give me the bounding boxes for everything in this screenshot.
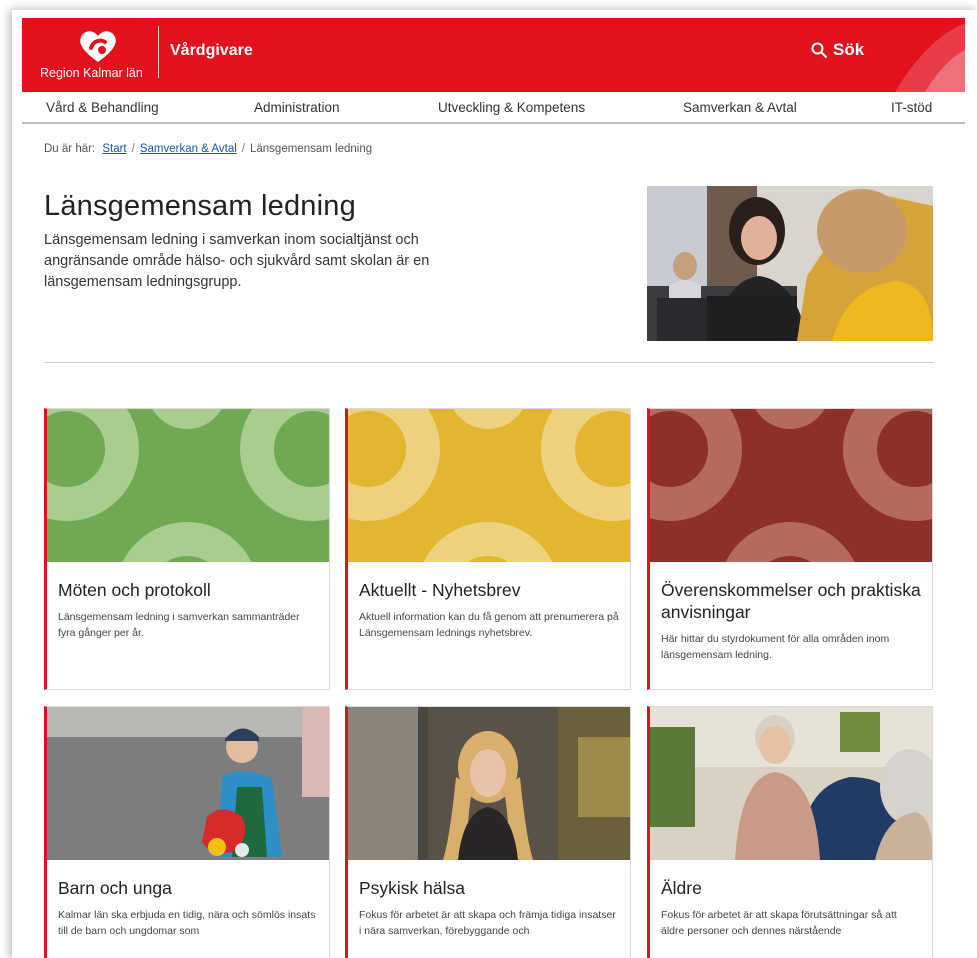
card-aktuellt-nyhetsbrev[interactable]: Aktuellt - Nyhetsbrev Aktuell informatio… <box>345 408 631 690</box>
breadcrumb-separator: / <box>131 143 135 155</box>
breadcrumb-link-samverkan[interactable]: Samverkan & Avtal <box>140 143 237 155</box>
header-decoration <box>895 23 965 92</box>
page-title: Länsgemensam ledning <box>44 190 356 222</box>
main-navigation: Vård & Behandling Administration Utveckl… <box>22 92 965 124</box>
card-overenskommelser[interactable]: Överenskommelser och praktiska anvisning… <box>647 408 933 690</box>
site-name[interactable]: Vårdgivare <box>170 42 253 60</box>
heart-logo-icon <box>80 31 116 62</box>
search-icon <box>811 42 827 58</box>
hero-image <box>647 186 933 341</box>
breadcrumb-link-start[interactable]: Start <box>102 143 126 155</box>
card-pattern-yellow <box>348 409 630 562</box>
card-pattern-green <box>47 409 329 562</box>
page-intro: Länsgemensam ledning i samverkan inom so… <box>44 232 430 290</box>
card-photo-girl <box>348 707 630 860</box>
card-title: Aktuellt - Nyhetsbrev <box>359 580 521 600</box>
breadcrumb-separator: / <box>241 143 245 155</box>
card-title: Barn och unga <box>58 878 172 898</box>
breadcrumb-current: Länsgemensam ledning <box>250 143 373 155</box>
nav-item-it-stod[interactable]: IT-stöd <box>891 100 932 115</box>
logo-divider <box>158 26 159 78</box>
nav-item-administration[interactable]: Administration <box>254 100 340 115</box>
region-logo[interactable]: Region Kalmar län <box>40 28 155 84</box>
breadcrumb-prefix: Du är här: <box>44 143 96 155</box>
card-psykisk-halsa[interactable]: Psykisk hälsa Fokus för arbetet är att s… <box>345 706 631 958</box>
card-description: Länsgemensam ledning i samverkan sammant… <box>58 611 300 639</box>
card-title: Överenskommelser och praktiska anvisning… <box>661 580 921 622</box>
site-header: Region Kalmar län Vårdgivare Sök <box>22 18 965 92</box>
card-photo-child <box>47 707 329 860</box>
nav-item-vard-behandling[interactable]: Vård & Behandling <box>46 100 159 115</box>
card-description: Kalmar län ska erbjuda en tidig, nära oc… <box>58 909 316 937</box>
logo-text: Region Kalmar län <box>40 66 143 80</box>
card-title: Möten och protokoll <box>58 580 211 600</box>
section-divider <box>44 362 934 363</box>
card-description: Aktuell information kan du få genom att … <box>359 611 619 639</box>
card-moten-och-protokoll[interactable]: Möten och protokoll Länsgemensam ledning… <box>44 408 330 690</box>
breadcrumb: Du är här: Start / Samverkan & Avtal / Länsg… <box>44 143 372 155</box>
card-description: Fokus för arbetet är att skapa förutsätt… <box>661 909 897 937</box>
card-title: Psykisk hälsa <box>359 878 466 898</box>
nav-item-samverkan-avtal[interactable]: Samverkan & Avtal <box>683 100 797 115</box>
nav-item-utveckling-kompetens[interactable]: Utveckling & Kompetens <box>438 100 585 115</box>
search-button[interactable]: Sök <box>811 40 864 60</box>
card-title: Äldre <box>661 878 702 898</box>
search-label: Sök <box>833 40 865 59</box>
card-photo-elderly <box>650 707 932 860</box>
card-barn-och-unga[interactable]: Barn och unga Kalmar län ska erbjuda en … <box>44 706 330 958</box>
card-aldre[interactable]: Äldre Fokus för arbetet är att skapa för… <box>647 706 933 958</box>
card-description: Fokus för arbetet är att skapa och främj… <box>359 909 616 937</box>
card-pattern-red <box>650 409 932 562</box>
card-description: Här hittar du styrdokument för alla områ… <box>661 633 890 661</box>
